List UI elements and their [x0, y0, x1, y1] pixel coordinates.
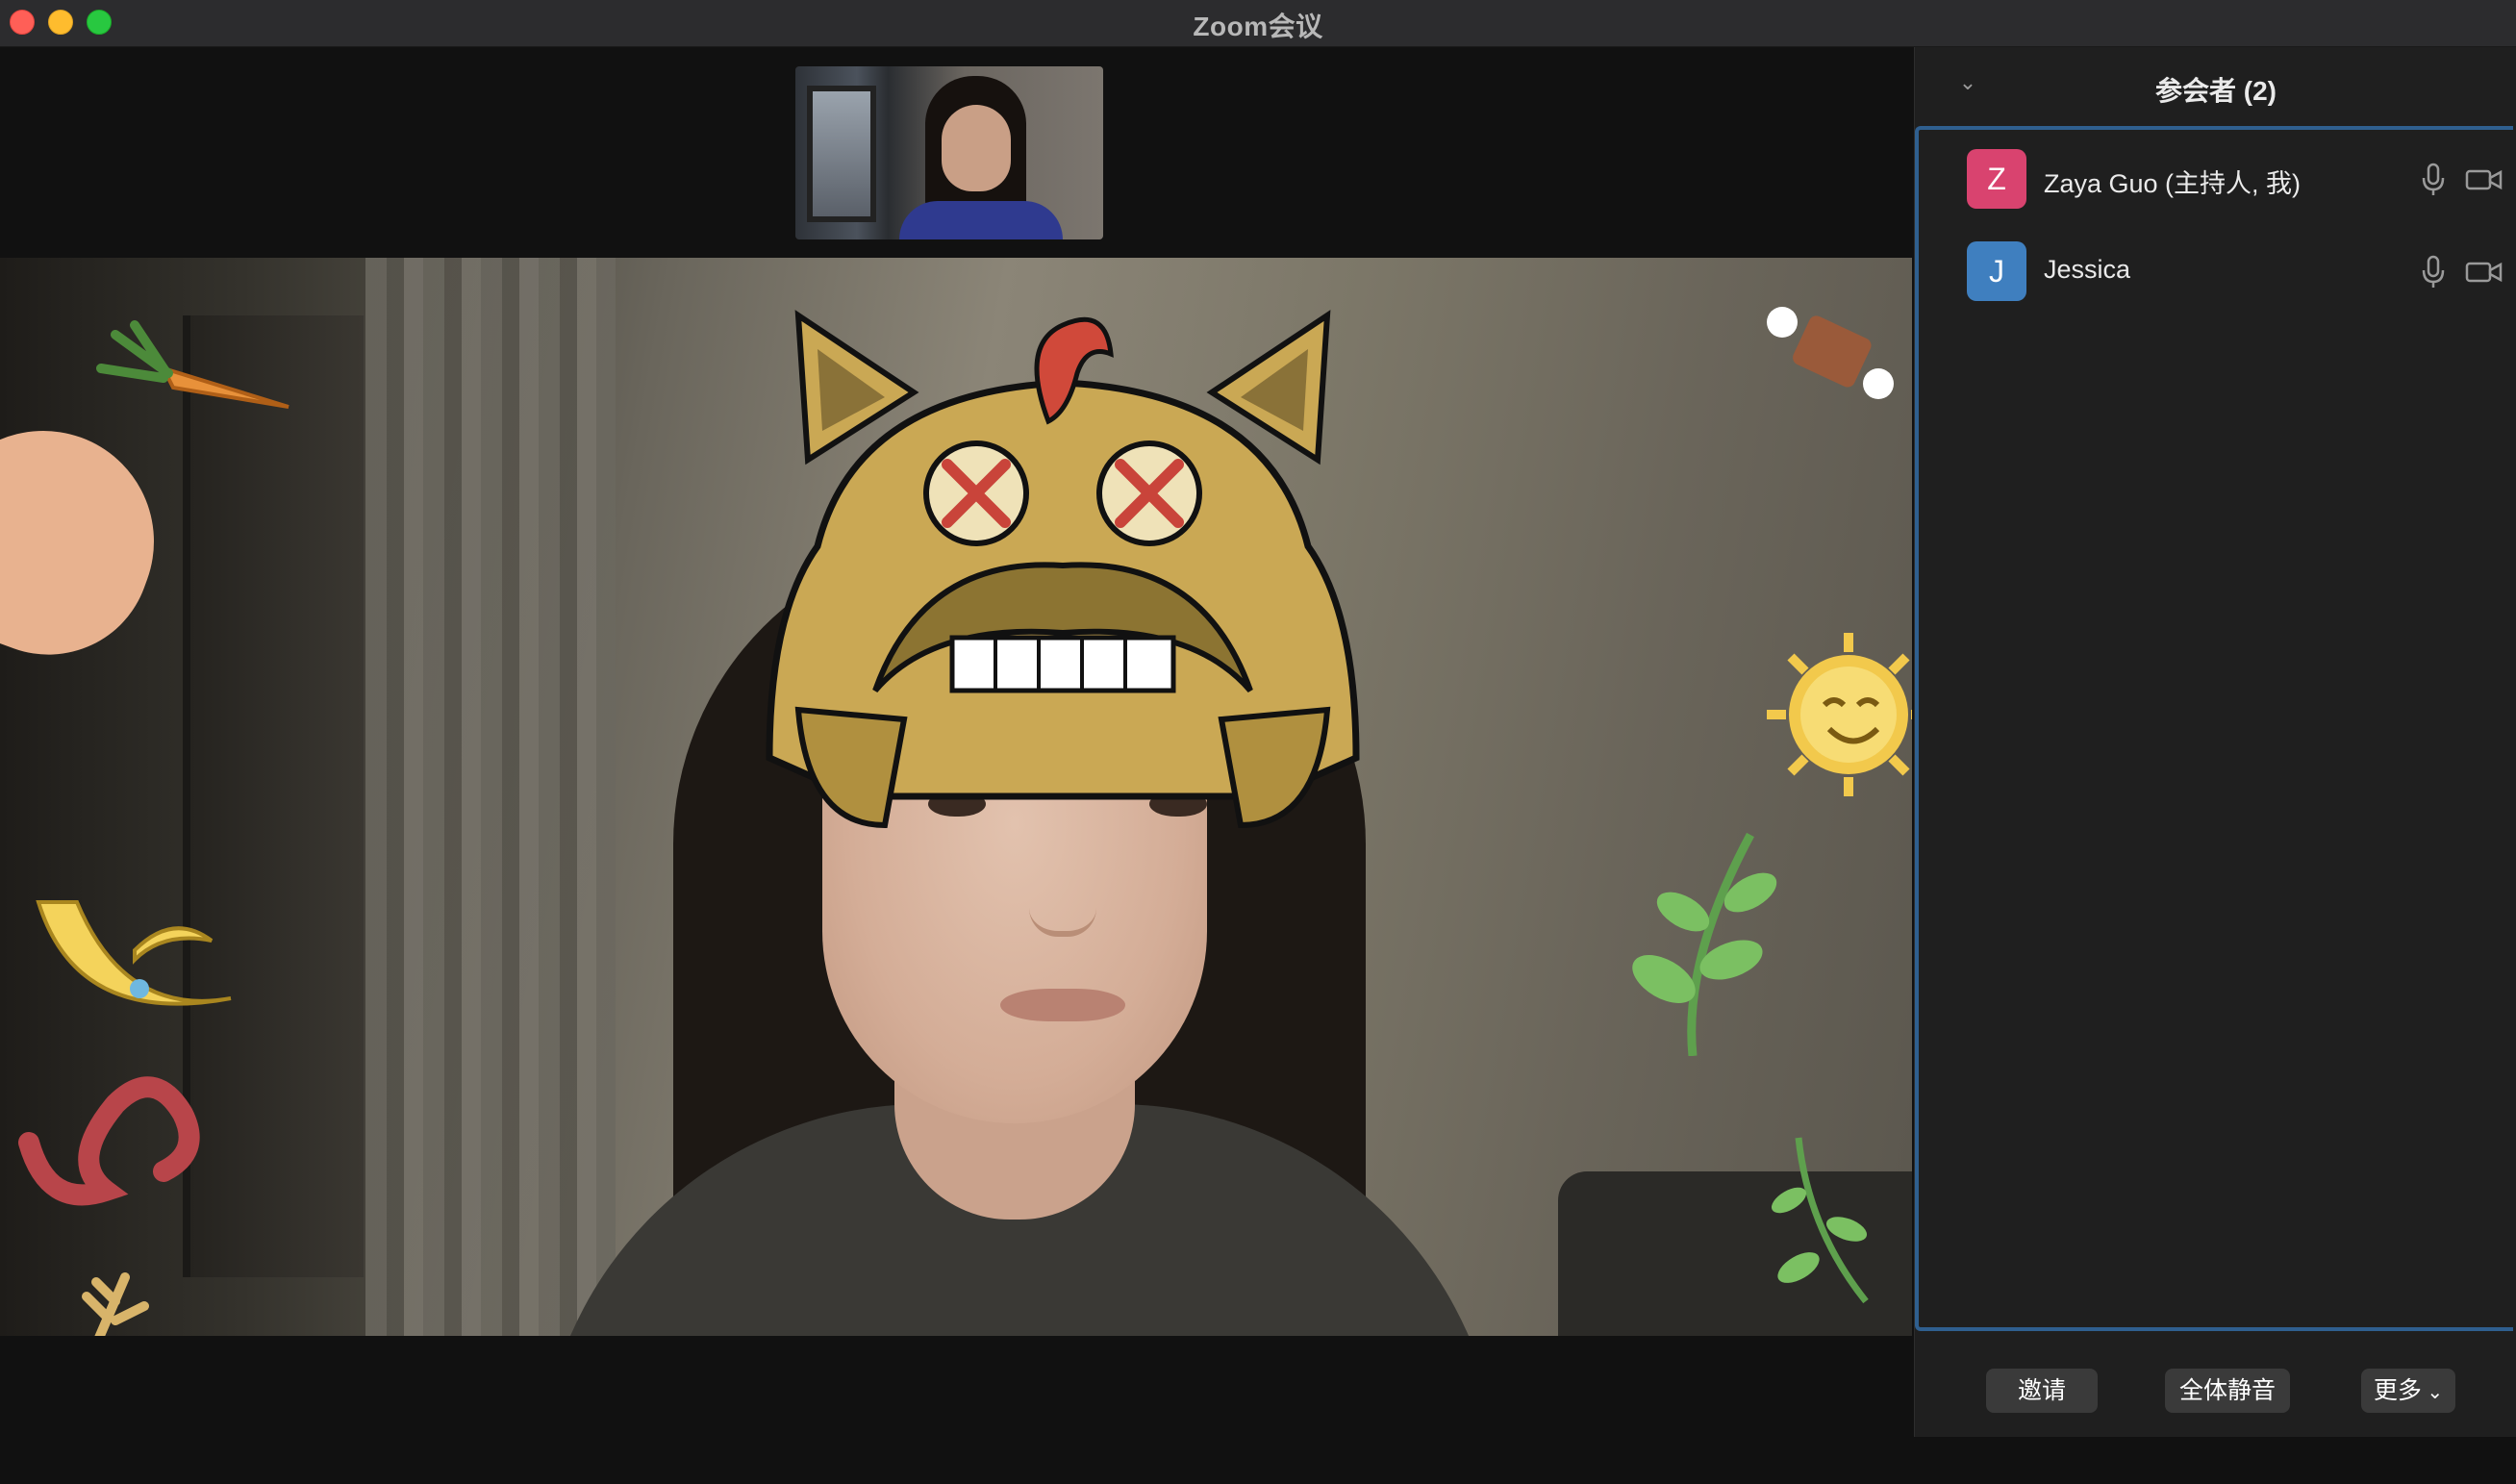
main-video[interactable] [0, 258, 1912, 1336]
video-bottom-bar [0, 1336, 1914, 1484]
title-bar: Zoom会议 [0, 0, 2516, 47]
microphone-icon[interactable] [2419, 163, 2448, 197]
wheat-sticker [82, 1272, 149, 1336]
invite-button[interactable]: 邀请 [1986, 1369, 2098, 1413]
participant-row[interactable]: J Jessica [1967, 238, 2505, 305]
participants-panel: ⌄ 参会者 (2) Z Zaya Guo (主持人, 我) J Jessica [1914, 47, 2516, 1437]
mute-all-button[interactable]: 全体静音 [2165, 1369, 2290, 1413]
meeting-area [0, 47, 1914, 1484]
worm-sticker [18, 1076, 200, 1206]
animal-hat-filter [766, 310, 1360, 829]
panel-title: 参会者 (2) [2154, 76, 2277, 106]
participant-name: Jessica [2044, 255, 2131, 284]
leaf-sprig-sticker [1632, 832, 1777, 1056]
participant-name: Zaya Guo (主持人, 我) [2044, 169, 2302, 198]
window-title: Zoom会议 [1193, 12, 1323, 41]
avatar: Z [1967, 149, 2026, 209]
video-camera-icon[interactable] [2465, 259, 2503, 286]
self-view-thumbnail[interactable] [795, 66, 1103, 239]
panel-header: ⌄ 参会者 (2) [1915, 47, 2516, 126]
avatar: J [1967, 241, 2026, 301]
video-camera-icon[interactable] [2465, 166, 2503, 193]
microphone-icon[interactable] [2419, 255, 2448, 289]
participant-list: Z Zaya Guo (主持人, 我) J Jessica [1915, 126, 2513, 1331]
small-sprig-sticker [1771, 1137, 1869, 1304]
panel-footer: 邀请 全体静音 更多 ⌄ [1915, 1331, 2516, 1437]
meat-bone-sticker [1767, 307, 1894, 399]
carrot-sticker [96, 320, 289, 409]
participant-row[interactable]: Z Zaya Guo (主持人, 我) [1967, 145, 2505, 213]
banana-sticker [36, 900, 232, 1006]
more-button-label: 更多 [2373, 1377, 2422, 1404]
smiling-sun-sticker [1767, 633, 1912, 796]
chevron-down-icon: ⌄ [2421, 1382, 2444, 1403]
more-button[interactable]: 更多 ⌄ [2361, 1369, 2455, 1413]
